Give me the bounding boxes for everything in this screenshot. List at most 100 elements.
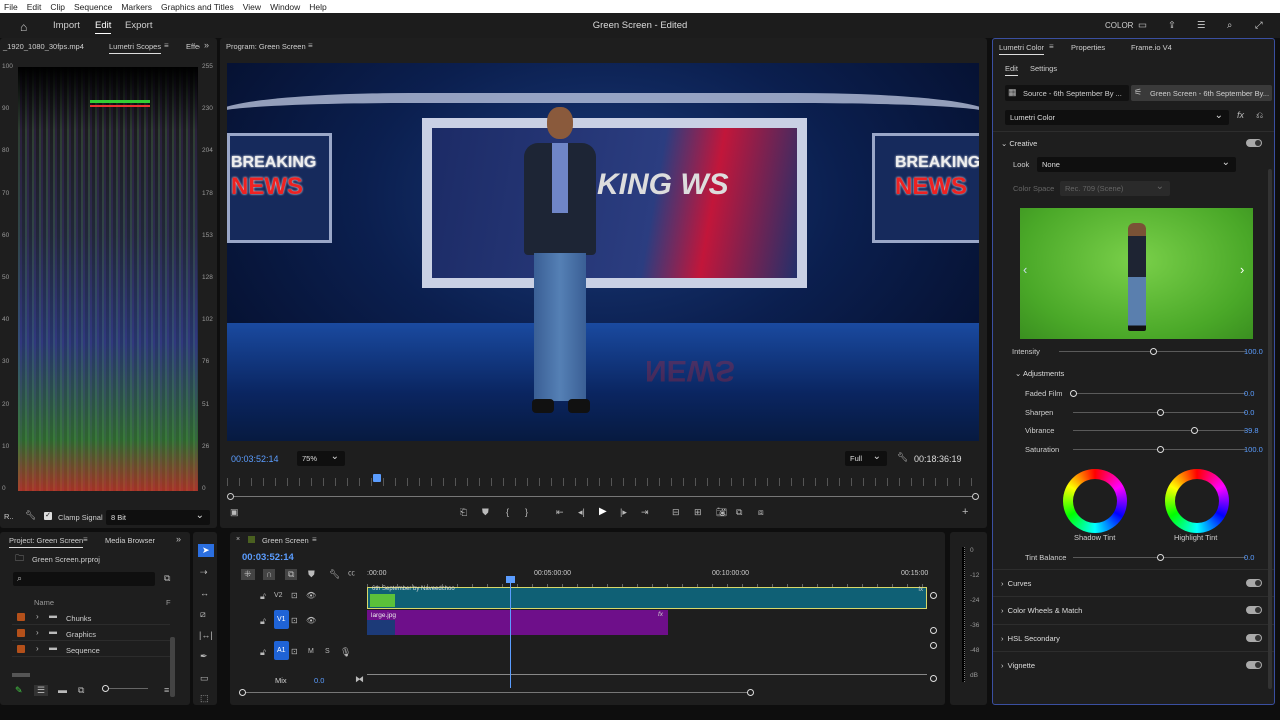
hand-tool-icon[interactable]: ⬚ (200, 694, 209, 703)
menu-clip[interactable]: Clip (50, 2, 65, 12)
eye-icon[interactable]: 👁︎ (306, 617, 316, 625)
track-target-v1[interactable]: V1 (274, 610, 289, 629)
tab-program[interactable]: Program: Green Screen (226, 42, 306, 51)
track-lock-icon[interactable]: 🔓︎ (260, 617, 266, 626)
scroll-handle-left[interactable] (227, 493, 234, 500)
expand-chevron-icon[interactable]: › (36, 629, 39, 637)
menu-markers[interactable]: Markers (121, 2, 152, 12)
mix-toggle-icon[interactable]: ⧓ (355, 675, 364, 684)
section-enable-toggle[interactable] (1246, 579, 1262, 587)
add-button-icon[interactable]: + (962, 507, 968, 518)
project-item[interactable]: › ▬ Graphics (12, 626, 170, 641)
step-forward-icon[interactable]: |▸ (620, 508, 627, 517)
tab-frameio[interactable]: Frame.io V4 (1131, 43, 1172, 52)
wrench-icon[interactable]: 🔧︎ (25, 511, 36, 520)
tab-effects[interactable]: Effec (186, 42, 200, 51)
track-height-handle[interactable] (930, 675, 937, 682)
adjustments-header[interactable]: ⌄ Adjustments (1015, 369, 1064, 378)
project-item[interactable]: › ▬ Chunks (12, 610, 170, 625)
captions-icon[interactable]: ㏄ (348, 570, 355, 577)
tab-source-clip[interactable]: _1920_1080_30fps.mp4 (3, 42, 84, 51)
menu-edit[interactable]: Edit (27, 2, 42, 12)
look-dropdown[interactable]: None (1037, 157, 1236, 172)
play-button[interactable]: ▶ (599, 507, 607, 517)
search-icon[interactable]: ⌕ (1227, 20, 1232, 31)
nest-toggle-icon[interactable]: ⁜ (241, 569, 255, 580)
vibrance-slider[interactable] (1073, 427, 1246, 435)
workspace-label[interactable]: COLOR (1105, 21, 1133, 30)
tab-green-screen-sequence[interactable]: Green Screen (262, 536, 309, 545)
section-color-wheels-match[interactable]: › Color Wheels & Match (993, 596, 1274, 623)
slider-knob[interactable] (1149, 348, 1157, 355)
insert-icon[interactable]: ⊟ (672, 508, 680, 517)
rectangle-tool-icon[interactable]: ▭ (200, 674, 209, 683)
menu-file[interactable]: File (4, 2, 18, 12)
vibrance-value[interactable]: 39.8 (1244, 426, 1259, 435)
sync-lock-icon[interactable]: ⊡ (291, 592, 298, 600)
close-icon[interactable]: × (236, 536, 240, 543)
panel-menu-icon[interactable]: ≡ (83, 536, 88, 544)
shadow-tint-wheel[interactable] (1063, 469, 1127, 533)
pen-tool-icon[interactable]: ✒ (200, 652, 208, 661)
tint-balance-value[interactable]: 0.0 (1244, 553, 1254, 562)
highlight-tint-wheel[interactable] (1165, 469, 1229, 533)
expand-chevron-icon[interactable]: › (36, 645, 39, 653)
razor-tool-icon[interactable]: ⧄ (200, 610, 206, 619)
subtab-settings[interactable]: Settings (1030, 64, 1057, 73)
effect-instance-dropdown[interactable]: Lumetri Color (1005, 110, 1229, 125)
fullscreen-icon[interactable]: ⤢ (1255, 20, 1263, 31)
track-lock-icon[interactable]: 🔓︎ (260, 648, 266, 657)
section-enable-toggle[interactable] (1246, 606, 1262, 615)
reset-icon[interactable]: ⎌ (1256, 111, 1263, 120)
creative-section-header[interactable]: ⌄ Creative (1001, 139, 1037, 148)
solo-button[interactable]: S (325, 648, 330, 655)
faded-film-slider[interactable] (1070, 390, 1246, 397)
program-current-time[interactable]: 00:03:52:14 (231, 454, 279, 464)
horizontal-scrollbar[interactable] (12, 673, 30, 677)
workspaces-menu-icon[interactable]: ☰ (1197, 20, 1206, 31)
step-back-icon[interactable]: ◂| (578, 508, 585, 517)
source-clip-selector[interactable]: ▦ Source - 6th September By ... (1005, 85, 1129, 101)
search-input[interactable]: ⌕ (13, 572, 155, 586)
eye-icon[interactable]: 👁︎ (306, 592, 316, 600)
menu-view[interactable]: View (243, 2, 261, 12)
proxy-toggle-icon[interactable]: ⧈ (758, 508, 764, 517)
slider-knob[interactable] (1070, 390, 1077, 397)
share-icon[interactable]: ⇪ (1168, 20, 1176, 31)
timeline-zoom-scrollbar[interactable] (239, 689, 754, 696)
add-marker-icon[interactable]: ⛊ (308, 570, 315, 579)
mute-button[interactable]: M (308, 648, 314, 655)
label-color-swatch[interactable] (17, 629, 25, 637)
next-look-icon[interactable]: › (1240, 263, 1244, 276)
playhead[interactable] (373, 474, 382, 482)
label-color-swatch[interactable] (17, 645, 25, 653)
tint-balance-slider[interactable] (1073, 554, 1246, 561)
overwrite-icon[interactable]: ⊞ (694, 508, 702, 517)
project-item[interactable]: › ▬ Sequence (12, 642, 170, 657)
section-curves[interactable]: › Curves (993, 569, 1274, 596)
zoom-level-dropdown[interactable]: 75% (297, 451, 345, 466)
overflow-tabs-icon[interactable]: » (204, 41, 209, 50)
subtab-edit[interactable]: Edit (1005, 64, 1018, 76)
intensity-value[interactable]: 100.0 (1244, 347, 1263, 356)
comparison-view-icon[interactable]: ⧉ (736, 508, 742, 517)
vertical-scrollbar[interactable] (170, 637, 175, 697)
previous-look-icon[interactable]: ‹ (1023, 263, 1027, 276)
panel-scrollbar[interactable] (1268, 169, 1272, 689)
wrench-icon[interactable]: 🔧︎ (329, 570, 340, 579)
faded-film-value[interactable]: 0.0 (1244, 389, 1254, 398)
sharpen-value[interactable]: 0.0 (1244, 408, 1254, 417)
freeform-view-icon[interactable]: ⧉ (78, 686, 84, 695)
sync-lock-icon[interactable]: ⊡ (291, 648, 298, 656)
track-target-a1[interactable]: A1 (274, 641, 289, 660)
mark-in-bracket-icon[interactable]: { (506, 508, 509, 517)
zoom-scrollbar[interactable] (230, 496, 976, 497)
menu-help[interactable]: Help (309, 2, 326, 12)
fx-toggle-icon[interactable]: fx (1237, 111, 1244, 120)
tab-lumetri-color[interactable]: Lumetri Color (999, 43, 1045, 55)
saturation-slider[interactable] (1073, 446, 1246, 454)
label-color-swatch[interactable] (17, 613, 25, 621)
section-enable-toggle[interactable] (1246, 660, 1262, 669)
playback-resolution-dropdown[interactable]: Full (845, 451, 887, 466)
list-view-icon[interactable]: ☰ (34, 685, 49, 696)
